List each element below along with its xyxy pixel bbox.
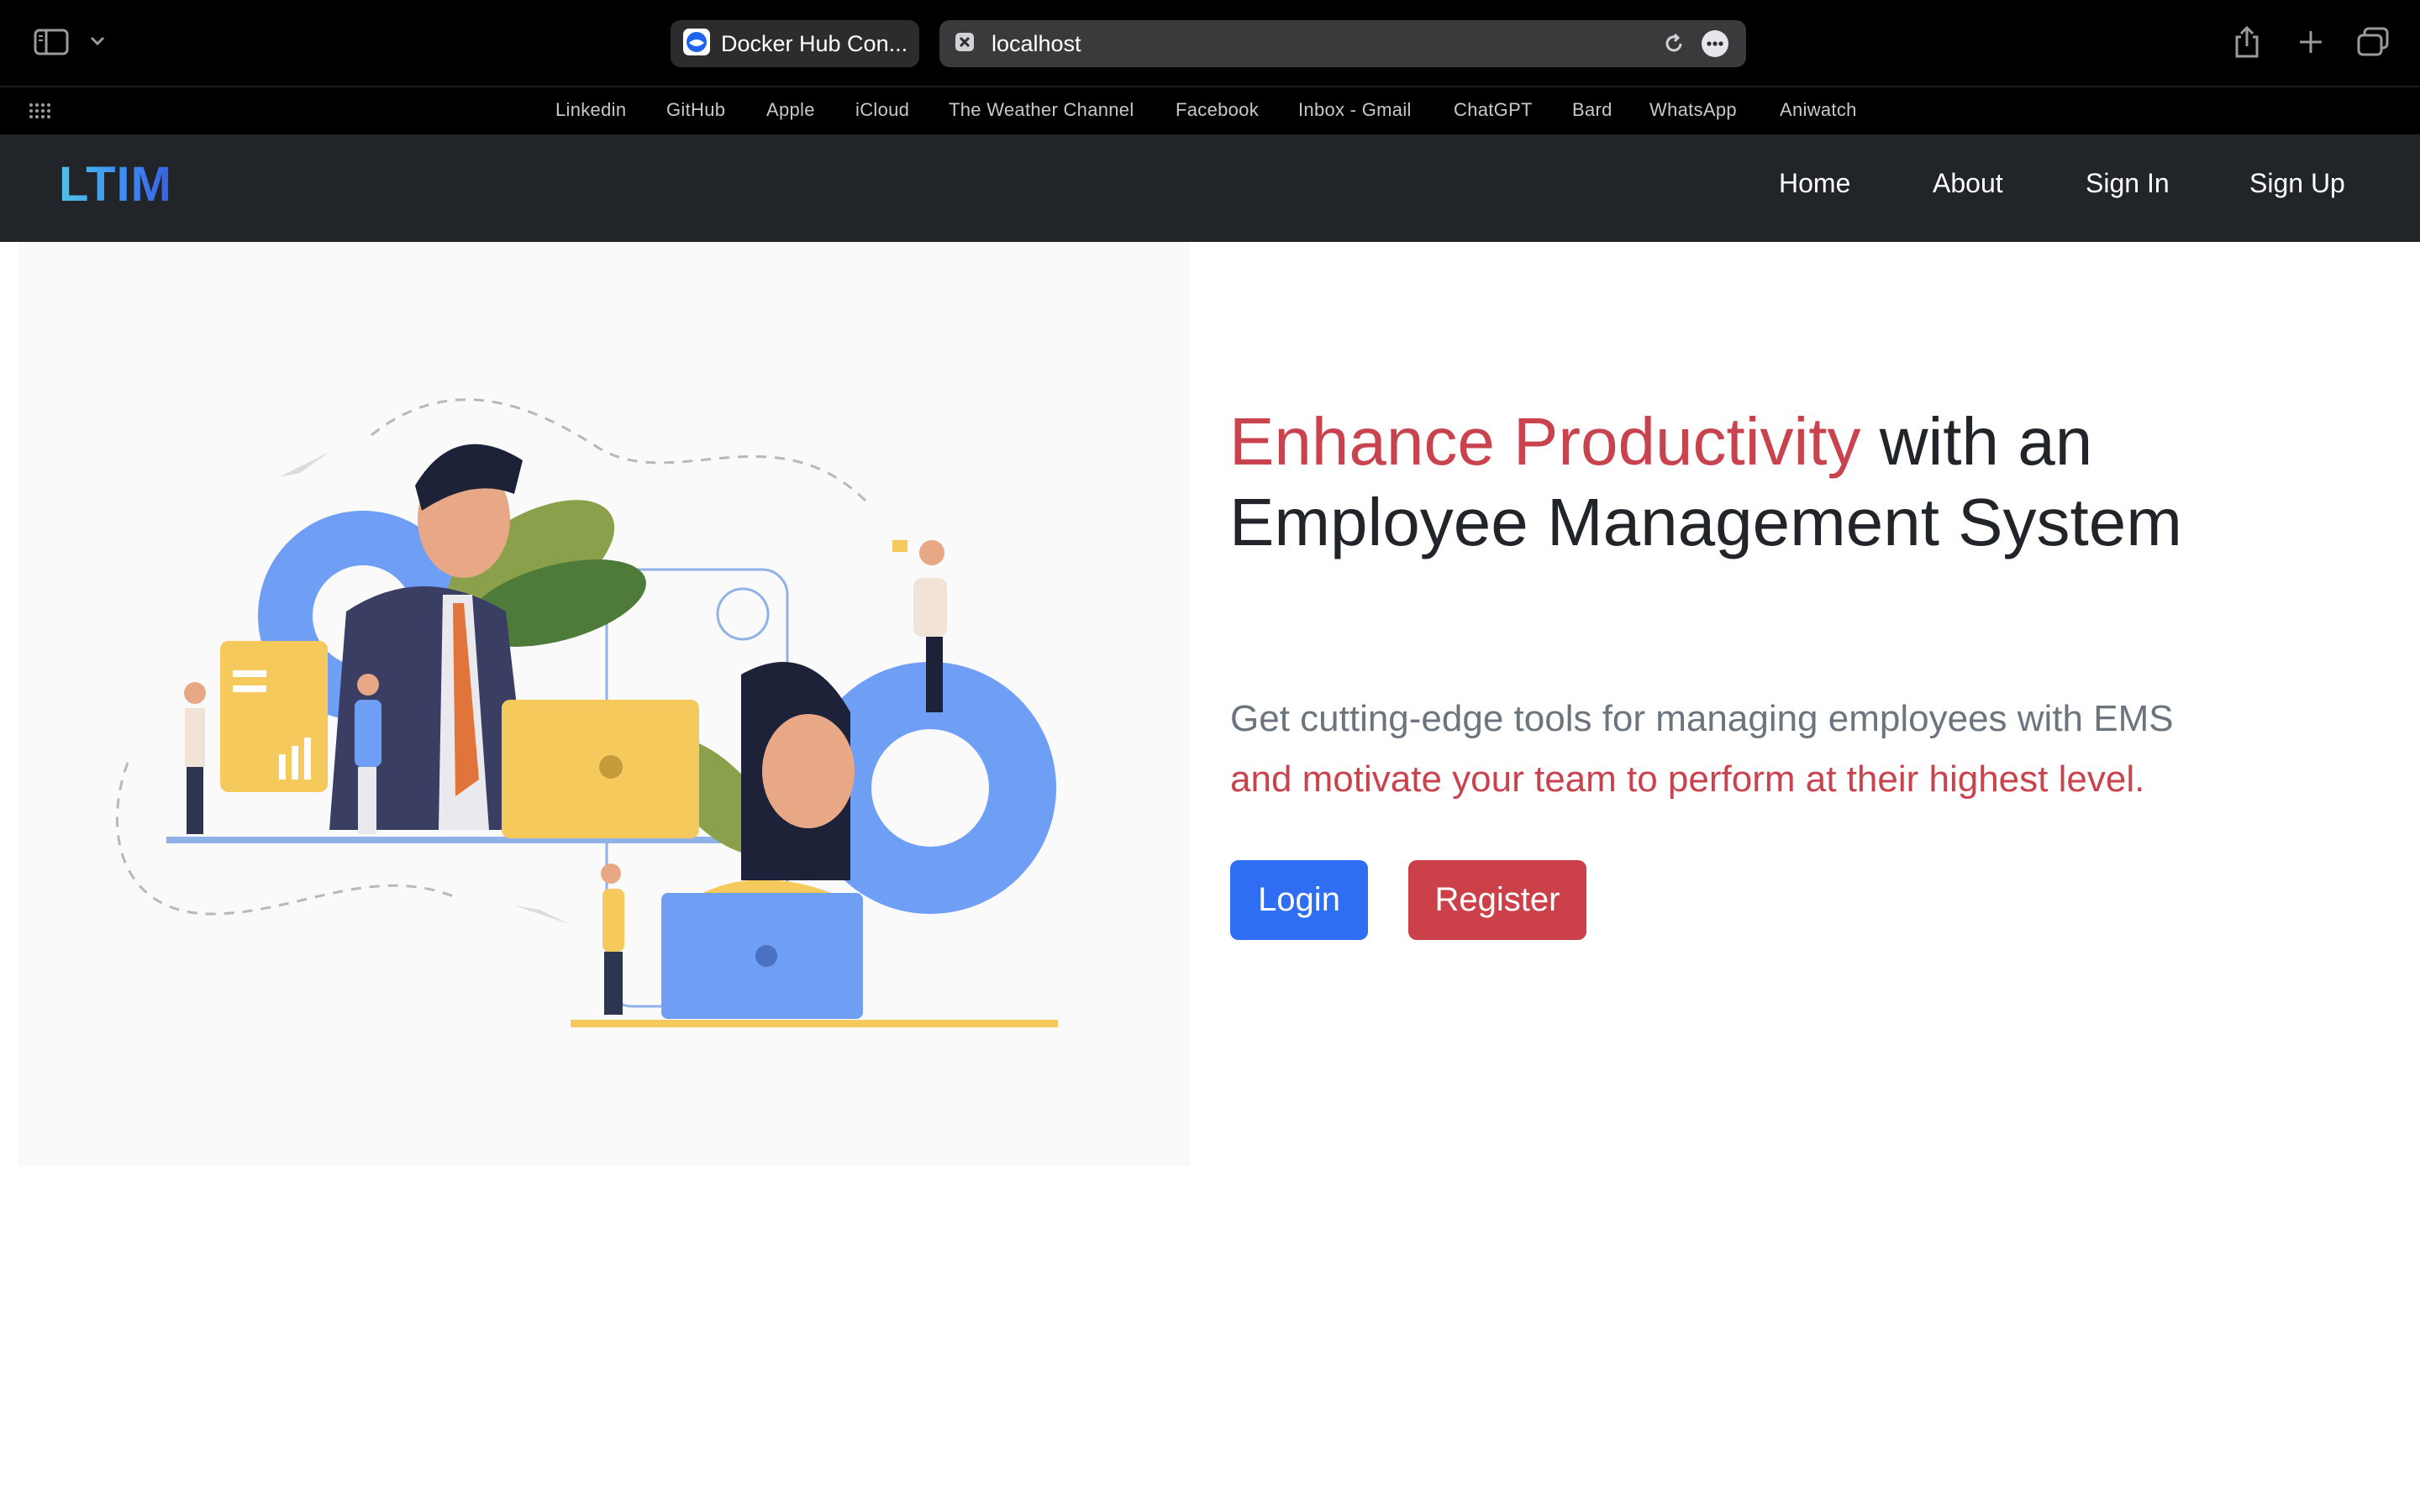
docker-icon xyxy=(682,28,711,60)
subtitle-line-1: Get cutting-edge tools for managing empl… xyxy=(1230,698,2174,739)
address-text[interactable]: localhost xyxy=(992,31,1081,57)
register-button[interactable]: Register xyxy=(1408,860,1586,940)
nav-sign-up[interactable]: Sign Up xyxy=(2249,168,2345,199)
browser-toolbar: Docker Hub Con... localhost xyxy=(0,0,2420,87)
share-icon[interactable] xyxy=(2233,25,2260,63)
bookmark-aniwatch[interactable]: Aniwatch xyxy=(1780,99,1857,121)
bookmark-whatsapp[interactable]: WhatsApp xyxy=(1649,99,1737,121)
nav-home[interactable]: Home xyxy=(1779,168,1850,199)
bookmark-gmail[interactable]: Inbox - Gmail xyxy=(1298,99,1412,121)
chevron-down-icon[interactable] xyxy=(89,35,106,51)
sidebar-icon[interactable] xyxy=(34,29,69,60)
more-icon[interactable] xyxy=(1701,29,1729,62)
login-button[interactable]: Login xyxy=(1230,860,1368,940)
bookmark-github[interactable]: GitHub xyxy=(666,99,725,121)
subtitle-line-2: and motivate your team to perform at the… xyxy=(1230,759,2145,800)
headline-highlight: Enhance Productivity xyxy=(1229,404,1861,479)
site-navbar: LTIM Home About Sign In Sign Up xyxy=(0,134,2420,242)
nav-sign-in[interactable]: Sign In xyxy=(2086,168,2170,199)
hero-headline: Enhance Productivity with an Employee Ma… xyxy=(1229,402,2406,563)
close-icon[interactable] xyxy=(955,32,975,56)
tab-localhost[interactable]: localhost xyxy=(939,20,1746,67)
tab-title: Docker Hub Con... xyxy=(721,30,908,56)
reload-icon[interactable] xyxy=(1662,32,1686,60)
plus-icon[interactable] xyxy=(2297,29,2324,60)
hero-illustration xyxy=(18,242,1190,1166)
bookmarks-bar: Linkedin GitHub Apple iCloud The Weather… xyxy=(0,87,2420,134)
bookmark-icloud[interactable]: iCloud xyxy=(855,99,909,121)
brand-logo[interactable]: LTIM xyxy=(59,156,172,213)
bookmark-chatgpt[interactable]: ChatGPT xyxy=(1454,99,1533,121)
bookmark-apple[interactable]: Apple xyxy=(766,99,815,121)
hero-subtitle: Get cutting-edge tools for managing empl… xyxy=(1230,689,2390,810)
bookmark-facebook[interactable]: Facebook xyxy=(1176,99,1259,121)
apps-grid-icon[interactable] xyxy=(29,102,50,123)
nav-about[interactable]: About xyxy=(1933,168,2003,199)
bookmark-bard[interactable]: Bard xyxy=(1572,99,1612,121)
tabs-overview-icon[interactable] xyxy=(2356,27,2390,61)
tab-docker-hub[interactable]: Docker Hub Con... xyxy=(671,20,919,67)
bookmark-linkedin[interactable]: Linkedin xyxy=(555,99,626,121)
bookmark-weather-channel[interactable]: The Weather Channel xyxy=(949,99,1134,121)
